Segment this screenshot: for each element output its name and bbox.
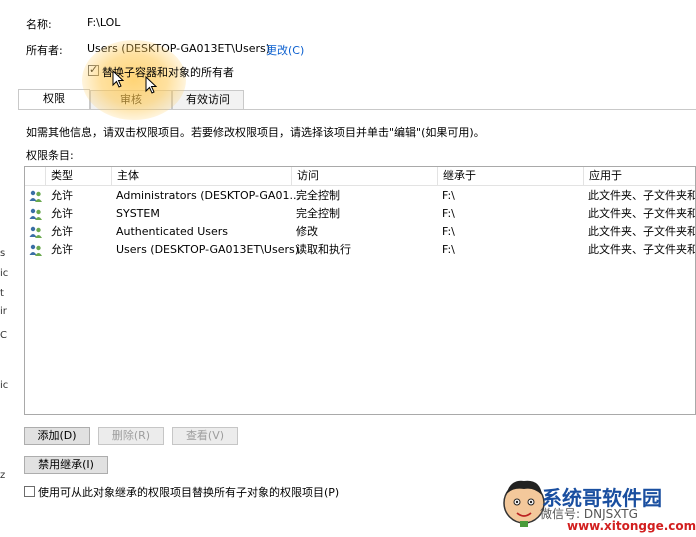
users-group-icon [29,208,42,220]
table-header: 类型 主体 访问 继承于 应用于 [25,167,695,186]
row-type: 允许 [51,225,73,238]
permission-entries-label: 权限条目: [26,149,74,162]
background-text-fragment: ir [0,306,7,317]
owner-label: 所有者: [26,44,63,57]
row-applies-to: 此文件夹、子文件夹和文件 [588,189,695,202]
tab-strip-border [18,109,696,110]
replace-owner-checkbox[interactable] [88,63,99,76]
background-text-fragment: s [0,248,6,259]
row-principal: Authenticated Users [116,225,229,238]
mouse-cursor-icon [112,70,124,88]
change-owner-link[interactable]: 更改(C) [266,42,304,58]
table-row[interactable]: 允许 Administrators (DESKTOP-GA01... 完全控制 … [25,187,695,205]
advanced-security-settings-dialog: 名称: F:\LOL 所有者: Users (DESKTOP-GA013ET\U… [12,0,696,537]
row-access: 读取和执行 [296,243,351,256]
table-row[interactable]: 允许 Authenticated Users 修改 F:\ 此文件夹、子文件夹和… [25,223,695,241]
row-principal: Users (DESKTOP-GA013ET\Users) [116,243,300,256]
background-text-fragment: z [0,470,6,481]
row-applies-to: 此文件夹、子文件夹和文件 [588,243,695,256]
background-text-fragment: ic [0,268,9,279]
row-type: 允许 [51,207,73,220]
disable-inheritance-button[interactable]: 禁用继承(I) [24,456,108,474]
column-header-inherited-from[interactable]: 继承于 [437,167,583,185]
background-text-fragment: t [0,288,4,299]
row-inherited-from: F:\ [442,207,455,220]
background-text-fragment: ic [0,380,9,391]
replace-child-permissions-label: 使用可从此对象继承的权限项目替换所有子对象的权限项目(P) [38,486,340,499]
watermark-url: www.xitongge.com [567,519,696,533]
users-group-icon [29,226,42,238]
table-row[interactable]: 允许 Users (DESKTOP-GA013ET\Users) 读取和执行 F… [25,241,695,259]
column-header-applies-to[interactable]: 应用于 [583,167,695,185]
name-label: 名称: [26,18,52,31]
row-type: 允许 [51,243,73,256]
row-applies-to: 此文件夹、子文件夹和文件 [588,225,695,238]
row-inherited-from: F:\ [442,225,455,238]
row-applies-to: 此文件夹、子文件夹和文件 [588,207,695,220]
row-type: 允许 [51,189,73,202]
owner-value: Users (DESKTOP-GA013ET\Users) [87,42,271,55]
row-access: 完全控制 [296,207,340,220]
replace-child-permissions-checkbox[interactable] [24,486,35,497]
mouse-cursor-icon [145,76,157,94]
row-access: 修改 [296,225,318,238]
row-inherited-from: F:\ [442,243,455,256]
add-button[interactable]: 添加(D) [24,427,90,445]
view-button[interactable]: 查看(V) [172,427,238,445]
name-value: F:\LOL [87,16,121,29]
background-text-fragment: C [0,330,7,341]
row-inherited-from: F:\ [442,189,455,202]
row-principal: Administrators (DESKTOP-GA01... [116,189,300,202]
permission-entries-table: 类型 主体 访问 继承于 应用于 允许 Administrators (DESK… [24,166,696,415]
row-principal: SYSTEM [116,207,160,220]
row-access: 完全控制 [296,189,340,202]
column-header-type[interactable]: 类型 [45,167,111,185]
column-header-access[interactable]: 访问 [291,167,437,185]
tab-permissions[interactable]: 权限 [18,89,90,109]
users-group-icon [29,244,42,256]
column-header-principal[interactable]: 主体 [111,167,291,185]
instructions-text: 如需其他信息，请双击权限项目。若要修改权限项目，请选择该项目并单击"编辑"(如果… [26,126,485,139]
remove-button[interactable]: 删除(R) [98,427,164,445]
table-row[interactable]: 允许 SYSTEM 完全控制 F:\ 此文件夹、子文件夹和文件 [25,205,695,223]
users-group-icon [29,190,42,202]
tab-auditing[interactable]: 审核 [90,90,172,109]
tab-effective-access[interactable]: 有效访问 [172,90,244,109]
